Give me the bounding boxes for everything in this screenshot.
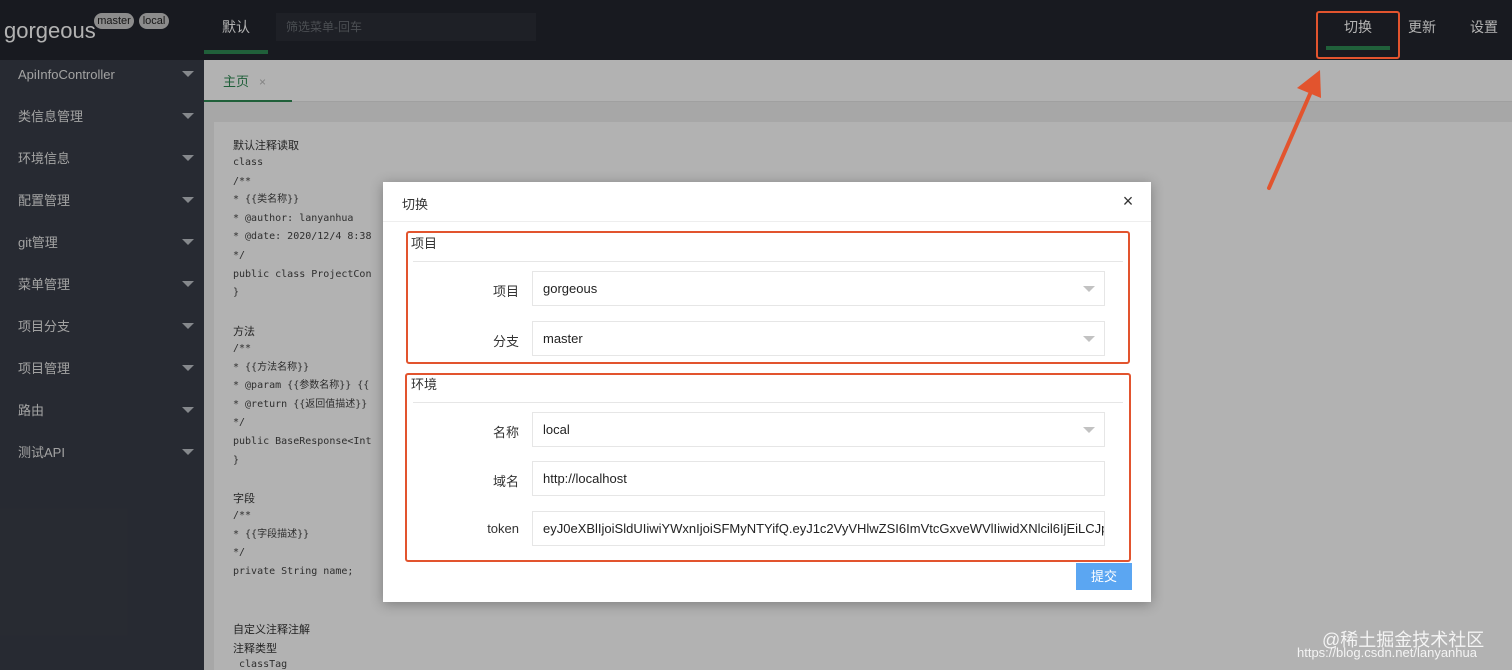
- submit-button[interactable]: 提交: [1076, 563, 1132, 590]
- annotation-box-project: [406, 231, 1130, 364]
- annotation-box-env: [405, 373, 1131, 562]
- annotation-box-switch: [1316, 11, 1400, 59]
- close-icon[interactable]: ×: [1119, 192, 1137, 210]
- dialog-header: 切换 ×: [383, 182, 1151, 222]
- dialog-title: 切换: [402, 197, 429, 212]
- watermark-url: https://blog.csdn.net/lanyanhua: [1297, 645, 1477, 660]
- annotation-arrow-icon: [1267, 70, 1321, 190]
